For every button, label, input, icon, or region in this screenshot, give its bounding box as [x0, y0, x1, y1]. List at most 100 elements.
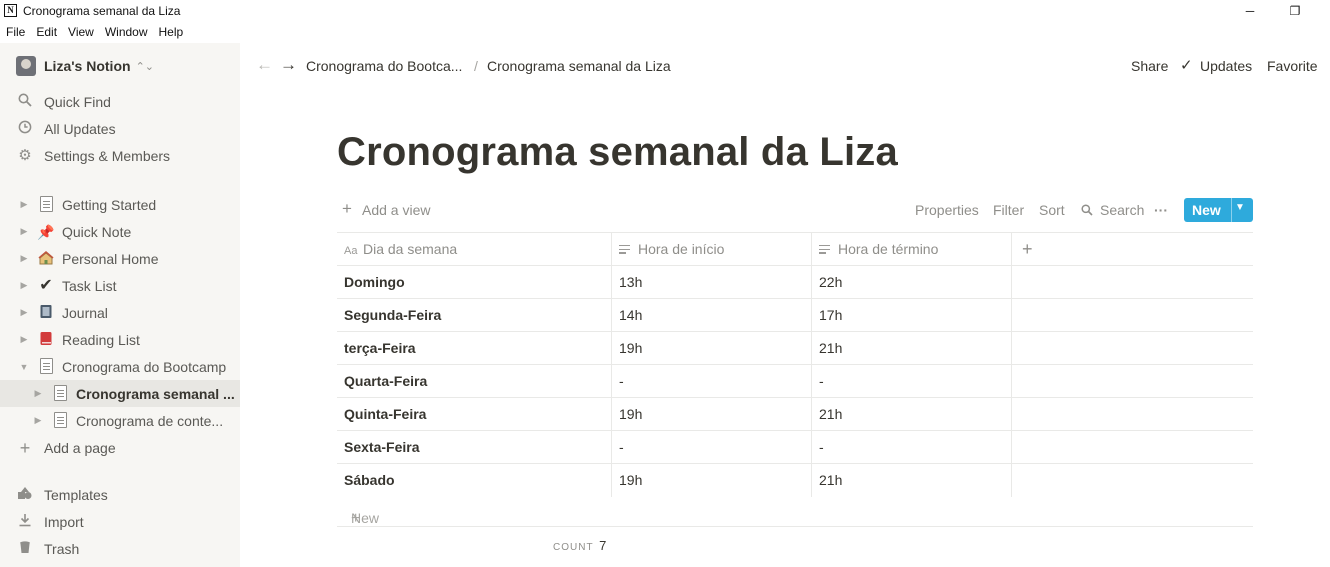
- expand-toggle-icon[interactable]: ▶: [18, 226, 30, 237]
- table-row[interactable]: Sábado 19h 21h: [337, 463, 1253, 497]
- add-column-button[interactable]: +: [1011, 233, 1253, 266]
- cell-dia[interactable]: Segunda-Feira: [337, 299, 611, 332]
- menu-window[interactable]: Window: [99, 22, 153, 42]
- menu-edit[interactable]: Edit: [30, 22, 62, 42]
- expand-toggle-icon[interactable]: ▶: [32, 388, 44, 399]
- cell-dia[interactable]: Sábado: [337, 464, 611, 497]
- database-table: Aa Dia da semana Hora de início Hora de t…: [337, 232, 1253, 527]
- cell-inicio[interactable]: 14h: [611, 299, 811, 332]
- count-footer[interactable]: COUNT 7: [553, 538, 606, 553]
- restore-button[interactable]: ❐: [1285, 2, 1305, 20]
- add-view-button[interactable]: Add a view: [362, 202, 430, 218]
- sort-button[interactable]: Sort: [1039, 202, 1065, 218]
- cell-dia[interactable]: Quarta-Feira: [337, 365, 611, 398]
- menu-view[interactable]: View: [62, 22, 99, 42]
- breadcrumb-parent[interactable]: Cronograma do Bootca...: [306, 58, 462, 74]
- cell-dia[interactable]: Domingo: [337, 266, 611, 299]
- sidebar-page-reading-list[interactable]: ▶ Reading List: [0, 326, 240, 353]
- breadcrumb-current[interactable]: Cronograma semanal da Liza: [487, 58, 671, 74]
- page-icon: [37, 195, 55, 214]
- properties-button[interactable]: Properties: [915, 202, 979, 218]
- sidebar-page-task-list[interactable]: ▶ ✔ Task List: [0, 272, 240, 299]
- chevron-down-icon[interactable]: ▼: [1235, 202, 1245, 213]
- cell-termino[interactable]: -: [811, 431, 1011, 464]
- sidebar-import[interactable]: Import: [0, 508, 240, 535]
- collapse-toggle-icon[interactable]: ▼: [18, 362, 30, 372]
- sidebar-item-label: Cronograma do Bootcamp: [62, 358, 227, 375]
- table-row[interactable]: Quinta-Feira 19h 21h: [337, 397, 1253, 431]
- cell-termino[interactable]: 22h: [811, 266, 1011, 299]
- sidebar-trash[interactable]: Trash: [0, 535, 240, 562]
- forward-arrow-icon[interactable]: →: [280, 55, 297, 75]
- table-row[interactable]: Domingo 13h 22h: [337, 265, 1253, 299]
- sidebar-page-journal[interactable]: ▶ Journal: [0, 299, 240, 326]
- table-row[interactable]: Segunda-Feira 14h 17h: [337, 298, 1253, 332]
- updates-button[interactable]: Updates: [1200, 58, 1252, 74]
- cell-termino[interactable]: 21h: [811, 332, 1011, 365]
- cell-dia[interactable]: Quinta-Feira: [337, 398, 611, 431]
- new-row-text: New: [351, 510, 380, 526]
- workspace-switcher[interactable]: Liza's Notion ⌃⌄: [16, 56, 154, 76]
- sidebar-item-label: Templates: [44, 486, 108, 503]
- notebook-icon: [37, 304, 55, 322]
- menu-help[interactable]: Help: [153, 22, 189, 42]
- sidebar-quick-find[interactable]: Quick Find: [0, 88, 240, 115]
- new-row-button[interactable]: + New: [337, 496, 1253, 527]
- column-header-inicio[interactable]: Hora de início: [611, 233, 811, 266]
- column-header-termino[interactable]: Hora de término: [811, 233, 1011, 266]
- sidebar-page-cronograma-bootcamp[interactable]: ▼ Cronograma do Bootcamp: [0, 353, 240, 380]
- cell-empty: [1011, 332, 1253, 365]
- cell-dia[interactable]: Sexta-Feira: [337, 431, 611, 464]
- sidebar-page-cronograma-semanal[interactable]: ▶ Cronograma semanal ...: [0, 380, 240, 407]
- cell-inicio[interactable]: 19h: [611, 464, 811, 497]
- sidebar-page-quick-note[interactable]: ▶ 📌 Quick Note: [0, 218, 240, 245]
- expand-toggle-icon[interactable]: ▶: [18, 307, 30, 318]
- table-row[interactable]: Quarta-Feira - -: [337, 364, 1253, 398]
- column-header-dia[interactable]: Aa Dia da semana: [337, 233, 611, 266]
- sidebar-all-updates[interactable]: All Updates: [0, 115, 240, 142]
- back-arrow-icon[interactable]: ←: [256, 55, 273, 75]
- share-button[interactable]: Share: [1131, 58, 1168, 74]
- cell-termino[interactable]: 21h: [811, 398, 1011, 431]
- menu-file[interactable]: File: [0, 22, 30, 42]
- new-record-button[interactable]: New ▼: [1184, 198, 1253, 222]
- cell-dia[interactable]: terça-Feira: [337, 332, 611, 365]
- new-button-divider: [1231, 198, 1232, 222]
- minimize-button[interactable]: ─: [1240, 2, 1260, 20]
- sidebar-page-personal-home[interactable]: ▶ Personal Home: [0, 245, 240, 272]
- sidebar-templates[interactable]: Templates: [0, 481, 240, 508]
- table-row[interactable]: Sexta-Feira - -: [337, 430, 1253, 464]
- sidebar-page-getting-started[interactable]: ▶ Getting Started: [0, 191, 240, 218]
- favorite-button[interactable]: Favorite: [1267, 58, 1318, 74]
- sidebar-item-label: Reading List: [62, 331, 140, 348]
- expand-toggle-icon[interactable]: ▶: [18, 280, 30, 291]
- page-title[interactable]: Cronograma semanal da Liza: [337, 130, 898, 175]
- gear-icon: ⚙: [18, 146, 32, 164]
- column-header-label: Hora de término: [838, 241, 939, 257]
- cell-inicio[interactable]: -: [611, 365, 811, 398]
- sidebar-add-page[interactable]: + Add a page: [0, 434, 240, 461]
- sidebar-page-cronograma-conteudo[interactable]: ▶ Cronograma de conte...: [0, 407, 240, 434]
- search-button[interactable]: Search: [1100, 202, 1144, 218]
- expand-toggle-icon[interactable]: ▶: [18, 199, 30, 210]
- checkmark-icon: ✔: [39, 276, 53, 294]
- filter-button[interactable]: Filter: [993, 202, 1024, 218]
- more-options-icon[interactable]: ···: [1154, 202, 1168, 218]
- cell-empty: [1011, 431, 1253, 464]
- cell-termino[interactable]: -: [811, 365, 1011, 398]
- cell-inicio[interactable]: 19h: [611, 398, 811, 431]
- expand-toggle-icon[interactable]: ▶: [18, 334, 30, 345]
- cell-termino[interactable]: 21h: [811, 464, 1011, 497]
- cell-inicio[interactable]: 13h: [611, 266, 811, 299]
- sidebar-item-label: Quick Note: [62, 223, 132, 240]
- table-row[interactable]: terça-Feira 19h 21h: [337, 331, 1253, 365]
- sidebar-settings-members[interactable]: ⚙ Settings & Members: [0, 142, 240, 169]
- expand-toggle-icon[interactable]: ▶: [18, 253, 30, 264]
- cell-empty: [1011, 299, 1253, 332]
- cell-termino[interactable]: 17h: [811, 299, 1011, 332]
- expand-toggle-icon[interactable]: ▶: [32, 415, 44, 426]
- cell-inicio[interactable]: 19h: [611, 332, 811, 365]
- breadcrumb-separator: /: [474, 58, 478, 74]
- cell-inicio[interactable]: -: [611, 431, 811, 464]
- sidebar-item-label: Cronograma de conte...: [76, 412, 224, 429]
